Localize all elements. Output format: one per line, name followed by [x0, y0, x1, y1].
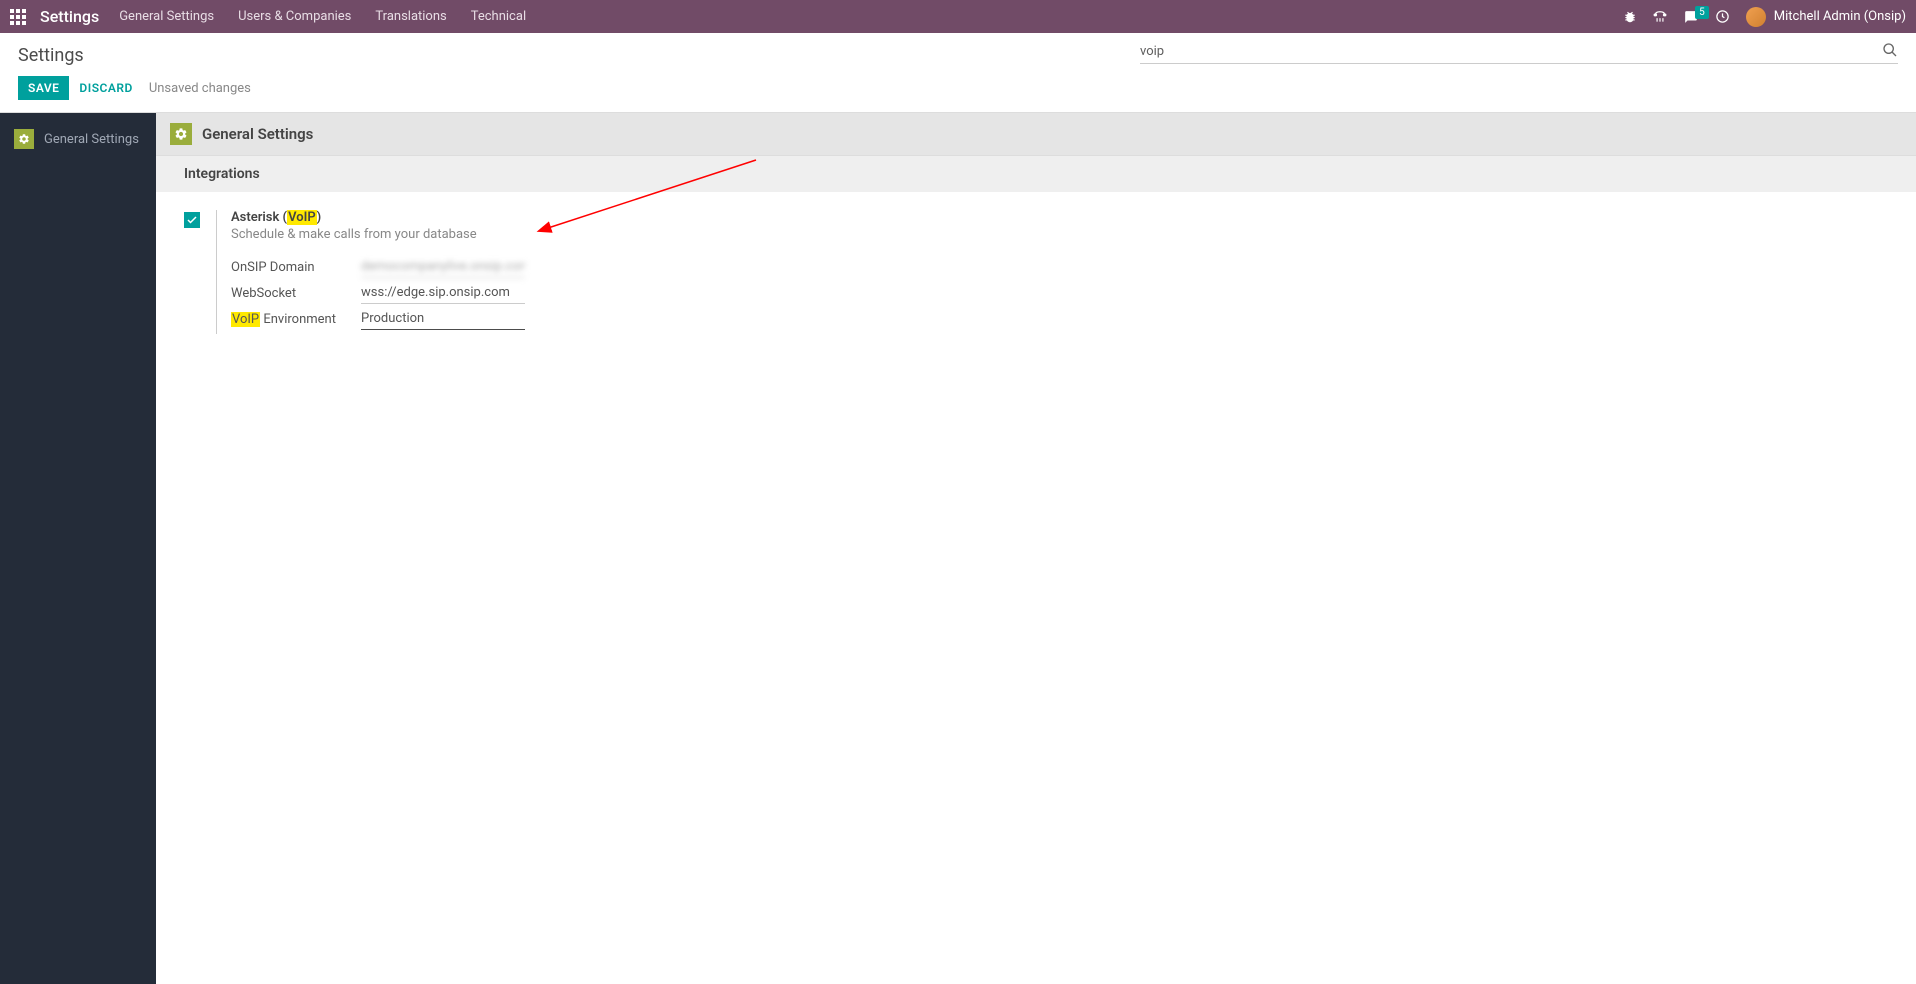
nav-menu-technical[interactable]: Technical: [471, 9, 526, 24]
nav-menu-general-settings[interactable]: General Settings: [119, 9, 214, 24]
subsection-header: Integrations: [156, 156, 1916, 192]
search-icon[interactable]: [1882, 42, 1898, 62]
onsip-domain-label: OnSIP Domain: [231, 260, 361, 275]
unsaved-changes-text: Unsaved changes: [149, 81, 251, 96]
nav-menu-translations[interactable]: Translations: [375, 9, 446, 24]
search-bar: [1140, 40, 1898, 64]
sidebar-item-general-settings[interactable]: General Settings: [0, 123, 156, 155]
voip-environment-select[interactable]: Production: [361, 308, 525, 330]
sidebar-item-label: General Settings: [44, 132, 139, 147]
section-header: General Settings: [156, 113, 1916, 156]
messages-icon[interactable]: 5: [1683, 10, 1699, 24]
section-title: General Settings: [202, 125, 313, 143]
phone-icon[interactable]: [1653, 10, 1667, 24]
action-bar: SAVE DISCARD Unsaved changes: [0, 66, 1916, 112]
bug-icon[interactable]: [1623, 10, 1637, 24]
nav-app-title: Settings: [40, 7, 99, 26]
websocket-input[interactable]: [361, 282, 525, 304]
main-content-wrap: General Settings General Settings Integr…: [0, 112, 1916, 984]
field-row-onsip-domain: OnSIP Domain: [231, 256, 525, 278]
asterisk-checkbox[interactable]: [184, 212, 200, 228]
onsip-domain-input[interactable]: [361, 256, 525, 278]
content-area: General Settings Integrations Asterisk (…: [156, 113, 1916, 984]
websocket-label: WebSocket: [231, 286, 361, 301]
search-input[interactable]: [1140, 40, 1882, 63]
voip-environment-label: VoIP Environment: [231, 312, 361, 327]
avatar: [1746, 7, 1766, 27]
apps-grid-icon[interactable]: [10, 9, 26, 25]
setting-content: Asterisk (VoIP) Schedule & make calls fr…: [216, 210, 525, 334]
user-menu[interactable]: Mitchell Admin (Onsip): [1746, 7, 1906, 27]
clock-icon[interactable]: [1715, 9, 1730, 24]
nav-menu-users-companies[interactable]: Users & Companies: [238, 9, 351, 24]
gear-badge-icon: [14, 129, 34, 149]
gear-badge-icon: [170, 123, 192, 145]
setting-title: Asterisk (VoIP): [231, 210, 525, 225]
save-button[interactable]: SAVE: [18, 76, 69, 100]
nav-menu: General Settings Users & Companies Trans…: [119, 9, 526, 24]
field-row-voip-environment: VoIP Environment Production: [231, 308, 525, 330]
setting-description: Schedule & make calls from your database: [231, 227, 525, 242]
field-row-websocket: WebSocket: [231, 282, 525, 304]
discard-button[interactable]: DISCARD: [79, 81, 132, 95]
highlight-voip: VoIP: [287, 210, 317, 225]
messages-badge: 5: [1695, 6, 1709, 19]
checkbox-wrap: [184, 210, 200, 334]
user-name: Mitchell Admin (Onsip): [1774, 9, 1906, 24]
nav-right-icons: 5 Mitchell Admin (Onsip): [1623, 7, 1906, 27]
settings-sidebar: General Settings: [0, 113, 156, 984]
setting-asterisk-voip: Asterisk (VoIP) Schedule & make calls fr…: [156, 192, 1916, 352]
highlight-voip-label: VoIP: [231, 312, 260, 327]
top-navigation-bar: Settings General Settings Users & Compan…: [0, 0, 1916, 33]
